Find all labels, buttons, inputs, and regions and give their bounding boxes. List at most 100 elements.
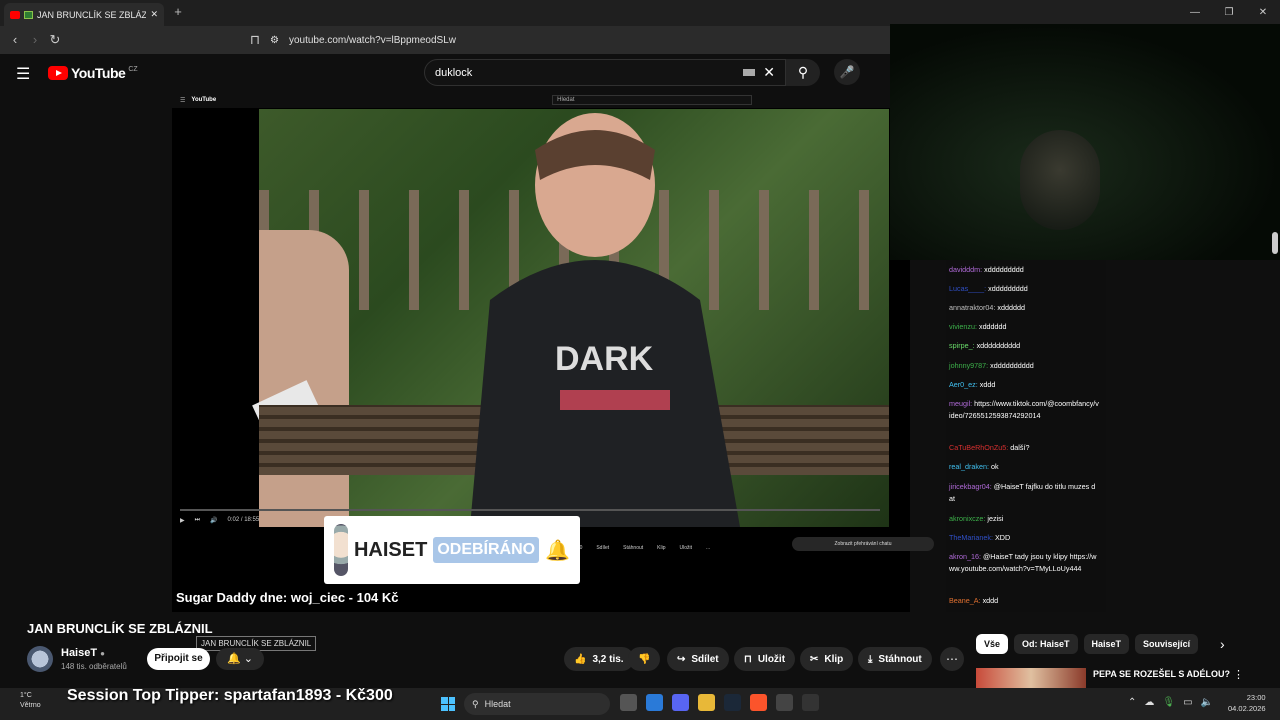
channel-name[interactable]: HaiseT ● [61, 647, 105, 659]
task-view-icon[interactable] [620, 694, 637, 711]
chat-text: xdddddd [997, 303, 1025, 312]
bookmark-save-icon: ⊓ [744, 653, 752, 665]
new-tab-button[interactable]: + [170, 4, 186, 20]
weather-temp: 1°C [20, 692, 32, 699]
logo-region: CZ [128, 65, 138, 73]
play-icon[interactable]: ▶ [180, 517, 185, 524]
tray-chevron-icon[interactable]: ⌃ [1128, 697, 1136, 708]
chat-username: Lucas____: [949, 284, 987, 293]
top-tipper-overlay: Session Top Tipper: spartafan1893 - Kč30… [67, 687, 393, 704]
chip-from-channel[interactable]: Od: HaiseT [1014, 634, 1078, 654]
chat-text: ok [990, 462, 999, 471]
join-button[interactable]: Připojit se [147, 648, 210, 670]
verified-icon: ● [100, 649, 105, 658]
search-value: duklock [435, 66, 473, 79]
like-button[interactable]: 👍 3,2 tis. [564, 647, 634, 671]
chat-message: Aer0_ez: xddd [949, 379, 1099, 391]
chat-message: akron_16: @HaiseT tady jsou ty klipy htt… [949, 551, 1099, 575]
file-explorer-icon[interactable] [698, 694, 715, 711]
clock-time: 23:00 [1246, 693, 1266, 702]
share-button[interactable]: ↪ Sdílet [667, 647, 729, 671]
discord-icon[interactable] [672, 694, 689, 711]
recommendation-thumbnail[interactable] [976, 668, 1086, 690]
chip-haiset[interactable]: HaiseT [1083, 634, 1130, 654]
page-scrollbar[interactable] [1272, 232, 1278, 254]
keyboard-icon[interactable] [743, 69, 756, 76]
overlay-avatar [334, 524, 348, 576]
hamburger-menu-icon[interactable]: ☰ [16, 64, 30, 84]
browser-tab[interactable]: JAN BRUNCLÍK SE ZBLÁZNIL ✕ [4, 3, 164, 26]
overlay-channel-name: HAISET [353, 538, 428, 561]
brave-browser-icon[interactable] [750, 694, 767, 711]
voice-search-icon[interactable]: 🎤 [834, 59, 860, 85]
volume-tray-icon[interactable]: 🔈 [1201, 697, 1213, 708]
search-button[interactable]: ⚲ [786, 59, 820, 86]
weather-widget[interactable]: 1°C Větrno [20, 691, 41, 711]
window-controls: — ❐ ✕ [1178, 0, 1280, 26]
bell-icon: 🔔 [227, 653, 241, 665]
share-icon: ↪ [677, 653, 686, 665]
channel-avatar[interactable] [27, 646, 53, 672]
thumbs-up-icon: 👍 [574, 653, 587, 665]
taskbar-search[interactable]: ⚲ Hledat [464, 693, 610, 715]
logo-text: YouTube [71, 65, 126, 81]
taskbar-clock[interactable]: 23:00 04.02.2026 [1228, 692, 1266, 714]
like-count: 3,2 tis. [592, 653, 624, 665]
minimize-icon[interactable]: — [1178, 0, 1212, 26]
chat-username: real_draken: [949, 462, 989, 471]
bookmark-icon[interactable]: ⊓ [246, 31, 264, 49]
save-label: Uložit [757, 653, 786, 665]
notifications-button[interactable]: 🔔 ⌄ [216, 648, 264, 670]
chat-username: meugil: [949, 399, 973, 408]
clear-search-icon[interactable]: ✕ [763, 64, 775, 81]
windows-start-icon[interactable] [441, 697, 455, 711]
display-icon[interactable]: ▭ [1183, 697, 1192, 708]
chat-text: xdddddddddd [990, 361, 1034, 370]
subscriber-count: 148 tis. odběratelů [61, 662, 127, 671]
forward-icon[interactable]: › [26, 31, 44, 49]
close-window-icon[interactable]: ✕ [1246, 0, 1280, 26]
youtube-logo[interactable]: YouTube CZ [48, 65, 138, 81]
download-label: Stáhnout [878, 653, 922, 665]
chip-all[interactable]: Vše [976, 634, 1009, 654]
chat-text: https://www.tiktok.com/@coombfancy/video… [949, 399, 1099, 420]
back-icon[interactable]: ‹ [6, 31, 24, 49]
recommendation-title[interactable]: PEPA SE ROZEŠEL S ADÉLOU? [1093, 669, 1230, 679]
next-icon[interactable]: ⏭ [195, 517, 200, 524]
volume-icon[interactable]: 🔊 [210, 517, 217, 524]
more-actions-icon[interactable]: ⋯ [940, 647, 964, 671]
chips-next-icon[interactable]: › [1220, 636, 1225, 652]
overlay-subscribed-badge: ODEBÍRÁNO [433, 537, 540, 563]
chat-message: akronixcze: jezisi [949, 513, 1099, 525]
share-label: Sdílet [691, 653, 719, 665]
youtube-favicon-icon [10, 10, 20, 19]
close-tab-icon[interactable]: ✕ [150, 9, 158, 20]
video-title: JAN BRUNCLÍK SE ZBLÁZNIL [27, 621, 213, 636]
steam-icon[interactable] [724, 694, 741, 711]
chat-message: meugil: https://www.tiktok.com/@coombfan… [949, 398, 1099, 422]
epic-games-icon[interactable] [802, 694, 819, 711]
url-field[interactable]: ⚙ youtube.com/watch?v=lBppmeodSLw [270, 30, 910, 50]
site-info-icon[interactable]: ⚙ [270, 35, 279, 46]
reload-icon[interactable]: ↻ [46, 31, 64, 49]
video-person: DARK [470, 113, 740, 527]
youtube-play-logo-icon [48, 66, 68, 80]
photos-app-icon[interactable] [646, 694, 663, 711]
chat-text: jezisi [987, 514, 1004, 523]
download-button[interactable]: ⤓ Stáhnout [858, 647, 932, 671]
restore-icon[interactable]: ❐ [1212, 0, 1246, 26]
dislike-button[interactable]: 👎 [628, 647, 661, 671]
channel-name-text: HaiseT [61, 647, 98, 659]
search-input[interactable]: duklock ✕ [424, 59, 786, 86]
subscribe-overlay: HAISET ODEBÍRÁNO 🔔 [324, 516, 580, 584]
mic-tray-icon[interactable]: 🎙 [1162, 697, 1175, 708]
chip-related[interactable]: Související [1135, 634, 1199, 654]
chat-message: CaTuBeRhOnZu5: další? [949, 442, 1099, 454]
clip-button[interactable]: ✂ Klip [800, 647, 854, 671]
download-icon: ⤓ [868, 653, 873, 665]
app-icon[interactable] [776, 694, 793, 711]
save-button[interactable]: ⊓ Uložit [734, 647, 796, 671]
donation-caption: Sugar Daddy dne: woj_ciec - 104 Kč [176, 590, 399, 605]
cloud-icon[interactable]: ☁ [1144, 697, 1154, 708]
recommendation-menu-icon[interactable]: ⋮ [1233, 668, 1244, 681]
